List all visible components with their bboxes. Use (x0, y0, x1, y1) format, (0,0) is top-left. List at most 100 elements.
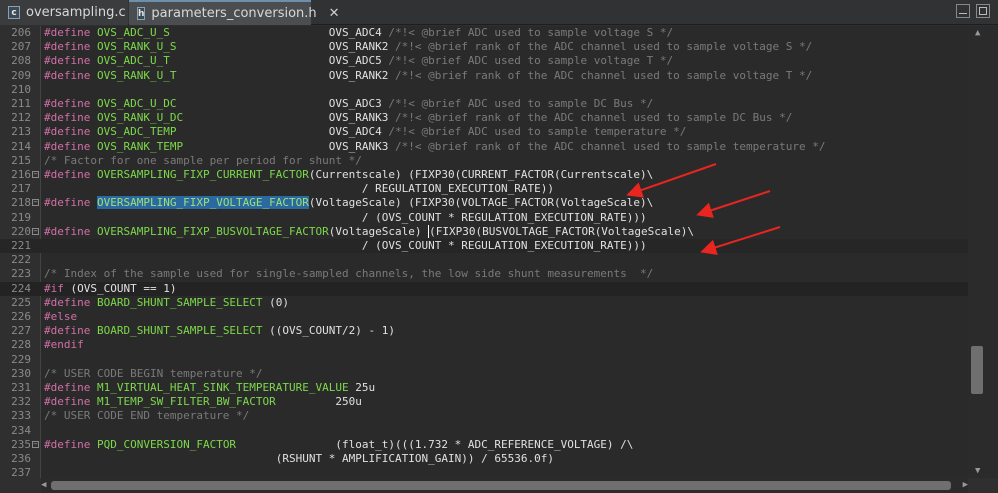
vertical-scrollbar[interactable]: ▲ ▼ (968, 26, 998, 478)
code-line[interactable]: 217 / REGULATION_EXECUTION_RATE)) (0, 182, 968, 196)
code-text: #define BOARD_SHUNT_SAMPLE_SELECT ((OVS_… (44, 324, 396, 338)
vertical-scroll-thumb[interactable] (971, 346, 983, 394)
line-number: 215 (11, 153, 31, 167)
code-line[interactable]: 235− #define PQD_CONVERSION_FACTOR (float… (0, 438, 968, 452)
code-text: #define BOARD_SHUNT_SAMPLE_SELECT (0) (44, 295, 290, 309)
code-text: #define OVS_ADC_U_T OVS_ADC5 /*!< @brief… (44, 54, 674, 68)
editor-tab-bar: c oversampling.c h parameters_conversion… (0, 0, 998, 25)
code-text: /* Index of the sample used for single-s… (44, 267, 654, 281)
line-number: 217 (11, 182, 31, 196)
tab-oversampling-c[interactable]: c oversampling.c (0, 0, 128, 25)
code-text: #define OVERSAMPLING_FIXP_CURRENT_FACTOR… (44, 168, 654, 181)
line-number: 231 (11, 381, 31, 394)
code-line[interactable]: 234 (0, 424, 968, 438)
close-icon[interactable]: ✕ (329, 6, 340, 21)
fold-toggle-icon[interactable]: − (32, 199, 39, 207)
code-text: #define OVS_ADC_U_S OVS_ADC4 /*!< @brief… (44, 26, 674, 39)
code-line[interactable]: 229 (0, 353, 968, 367)
code-line[interactable]: 224 #if (OVS_COUNT == 1) (0, 281, 968, 296)
code-line[interactable]: 233 /* USER CODE END temperature */ (0, 409, 968, 423)
horizontal-scroll-thumb[interactable] (51, 481, 951, 490)
code-text: #define M1_VIRTUAL_HEAT_SINK_TEMPERATURE… (44, 381, 376, 394)
code-text: #define PQD_CONVERSION_FACTOR (float_t)(… (44, 437, 634, 451)
line-number: 224 (11, 281, 31, 295)
code-text: / REGULATION_EXECUTION_RATE)) (44, 182, 554, 196)
code-line[interactable]: 232 #define M1_TEMP_SW_FILTER_BW_FACTOR 2… (0, 395, 968, 409)
code-line[interactable]: 212 #define OVS_RANK_U_DC OVS_RANK3 /*!< … (0, 111, 968, 125)
fold-toggle-icon[interactable]: − (32, 440, 39, 448)
line-number: 232 (11, 395, 31, 409)
window-controls (956, 4, 990, 18)
code-text: /* Factor for one sample per period for … (44, 153, 362, 167)
line-number: 220 (11, 224, 31, 238)
minimize-icon[interactable] (956, 4, 970, 18)
code-line[interactable]: 215 /* Factor for one sample per period f… (0, 154, 968, 168)
line-number: 233 (11, 409, 31, 423)
tab-parameters-conversion-h[interactable]: h parameters_conversion.h ✕ (129, 0, 340, 25)
code-line[interactable]: 206 #define OVS_ADC_U_S OVS_ADC4 /*!< @br… (0, 26, 968, 40)
code-line[interactable]: 225 #define BOARD_SHUNT_SAMPLE_SELECT (0) (0, 296, 968, 310)
line-number: 212 (11, 111, 31, 125)
scroll-left-icon[interactable]: ◀ (41, 480, 46, 490)
code-text: /* USER CODE END temperature */ (44, 409, 250, 423)
code-text: #define M1_TEMP_SW_FILTER_BW_FACTOR 250u (44, 395, 362, 409)
code-editor[interactable]: 206 #define OVS_ADC_U_S OVS_ADC4 /*!< @br… (0, 26, 968, 478)
line-number: 235 (11, 437, 31, 451)
h-file-icon: h (137, 7, 146, 20)
line-number: 222 (11, 253, 31, 267)
line-number: 229 (11, 352, 31, 366)
maximize-icon[interactable] (976, 4, 990, 18)
line-number: 230 (11, 366, 31, 380)
line-number: 227 (11, 324, 31, 338)
code-line[interactable]: 222 (0, 253, 968, 267)
code-line[interactable]: 207 #define OVS_RANK_U_S OVS_RANK2 /*!< @… (0, 40, 968, 54)
line-number: 209 (11, 68, 31, 82)
code-line[interactable]: 219 / (OVS_COUNT * REGULATION_EXECUTION_… (0, 211, 968, 225)
line-number: 226 (11, 310, 31, 323)
line-number: 208 (11, 54, 31, 68)
line-number: 206 (11, 26, 31, 39)
code-text: #define OVS_ADC_U_DC OVS_ADC3 /*!< @brie… (44, 97, 654, 110)
tab-label: parameters_conversion.h (151, 6, 317, 21)
code-line[interactable]: 213 #define OVS_ADC_TEMP OVS_ADC4 /*!< @b… (0, 125, 968, 139)
tab-label: oversampling.c (26, 5, 126, 20)
line-number: 214 (11, 139, 31, 153)
fold-toggle-icon[interactable]: − (32, 227, 39, 235)
code-text: / (OVS_COUNT * REGULATION_EXECUTION_RATE… (44, 210, 647, 224)
code-line[interactable]: 227 #define BOARD_SHUNT_SAMPLE_SELECT ((O… (0, 324, 968, 338)
code-line[interactable]: 221 / (OVS_COUNT * REGULATION_EXECUTION_… (0, 239, 968, 253)
scroll-up-icon[interactable]: ▲ (975, 28, 980, 38)
code-line[interactable]: 231 #define M1_VIRTUAL_HEAT_SINK_TEMPERAT… (0, 381, 968, 395)
code-line[interactable]: 218− #define OVERSAMPLING_FIXP_VOLTAGE_FA… (0, 196, 968, 210)
line-number: 237 (11, 466, 31, 478)
code-line[interactable]: 220− #define OVERSAMPLING_FIXP_BUSVOLTAGE… (0, 224, 968, 239)
line-number: 234 (11, 423, 31, 437)
code-text: /* USER CODE BEGIN temperature */ (44, 366, 263, 380)
code-line[interactable]: 223 /* Index of the sample used for singl… (0, 267, 968, 281)
scroll-corner-left (0, 478, 41, 493)
line-number: 216 (11, 168, 31, 181)
line-number: 221 (11, 239, 31, 252)
code-line[interactable]: 210 (0, 83, 968, 97)
line-number: 211 (11, 97, 31, 110)
code-line[interactable]: 209 #define OVS_RANK_U_T OVS_RANK2 /*!< @… (0, 69, 968, 83)
line-number: 213 (11, 125, 31, 139)
code-line[interactable]: 208 #define OVS_ADC_U_T OVS_ADC5 /*!< @br… (0, 54, 968, 68)
code-line[interactable]: 214 #define OVS_RANK_TEMP OVS_RANK3 /*!< … (0, 140, 968, 154)
code-line[interactable]: 226 #else (0, 310, 968, 324)
line-number: 207 (11, 40, 31, 54)
code-text: #if (OVS_COUNT == 1) (44, 281, 177, 295)
line-number: 225 (11, 295, 31, 309)
code-line[interactable]: 237 (0, 466, 968, 478)
scroll-down-icon[interactable]: ▼ (975, 466, 980, 476)
code-line[interactable]: 236 (RSHUNT * AMPLIFICATION_GAIN)) / 655… (0, 452, 968, 466)
code-text: #define OVS_RANK_U_T OVS_RANK2 /*!< @bri… (44, 68, 813, 82)
horizontal-scrollbar[interactable]: ◀ ▶ (41, 478, 968, 493)
code-line[interactable]: 228 #endif (0, 338, 968, 352)
code-line[interactable]: 216− #define OVERSAMPLING_FIXP_CURRENT_FA… (0, 168, 968, 182)
line-number: 228 (11, 338, 31, 352)
fold-toggle-icon[interactable]: − (32, 171, 39, 178)
code-line[interactable]: 230 /* USER CODE BEGIN temperature */ (0, 367, 968, 381)
line-number: 236 (11, 452, 31, 465)
code-line[interactable]: 211 #define OVS_ADC_U_DC OVS_ADC3 /*!< @b… (0, 97, 968, 111)
